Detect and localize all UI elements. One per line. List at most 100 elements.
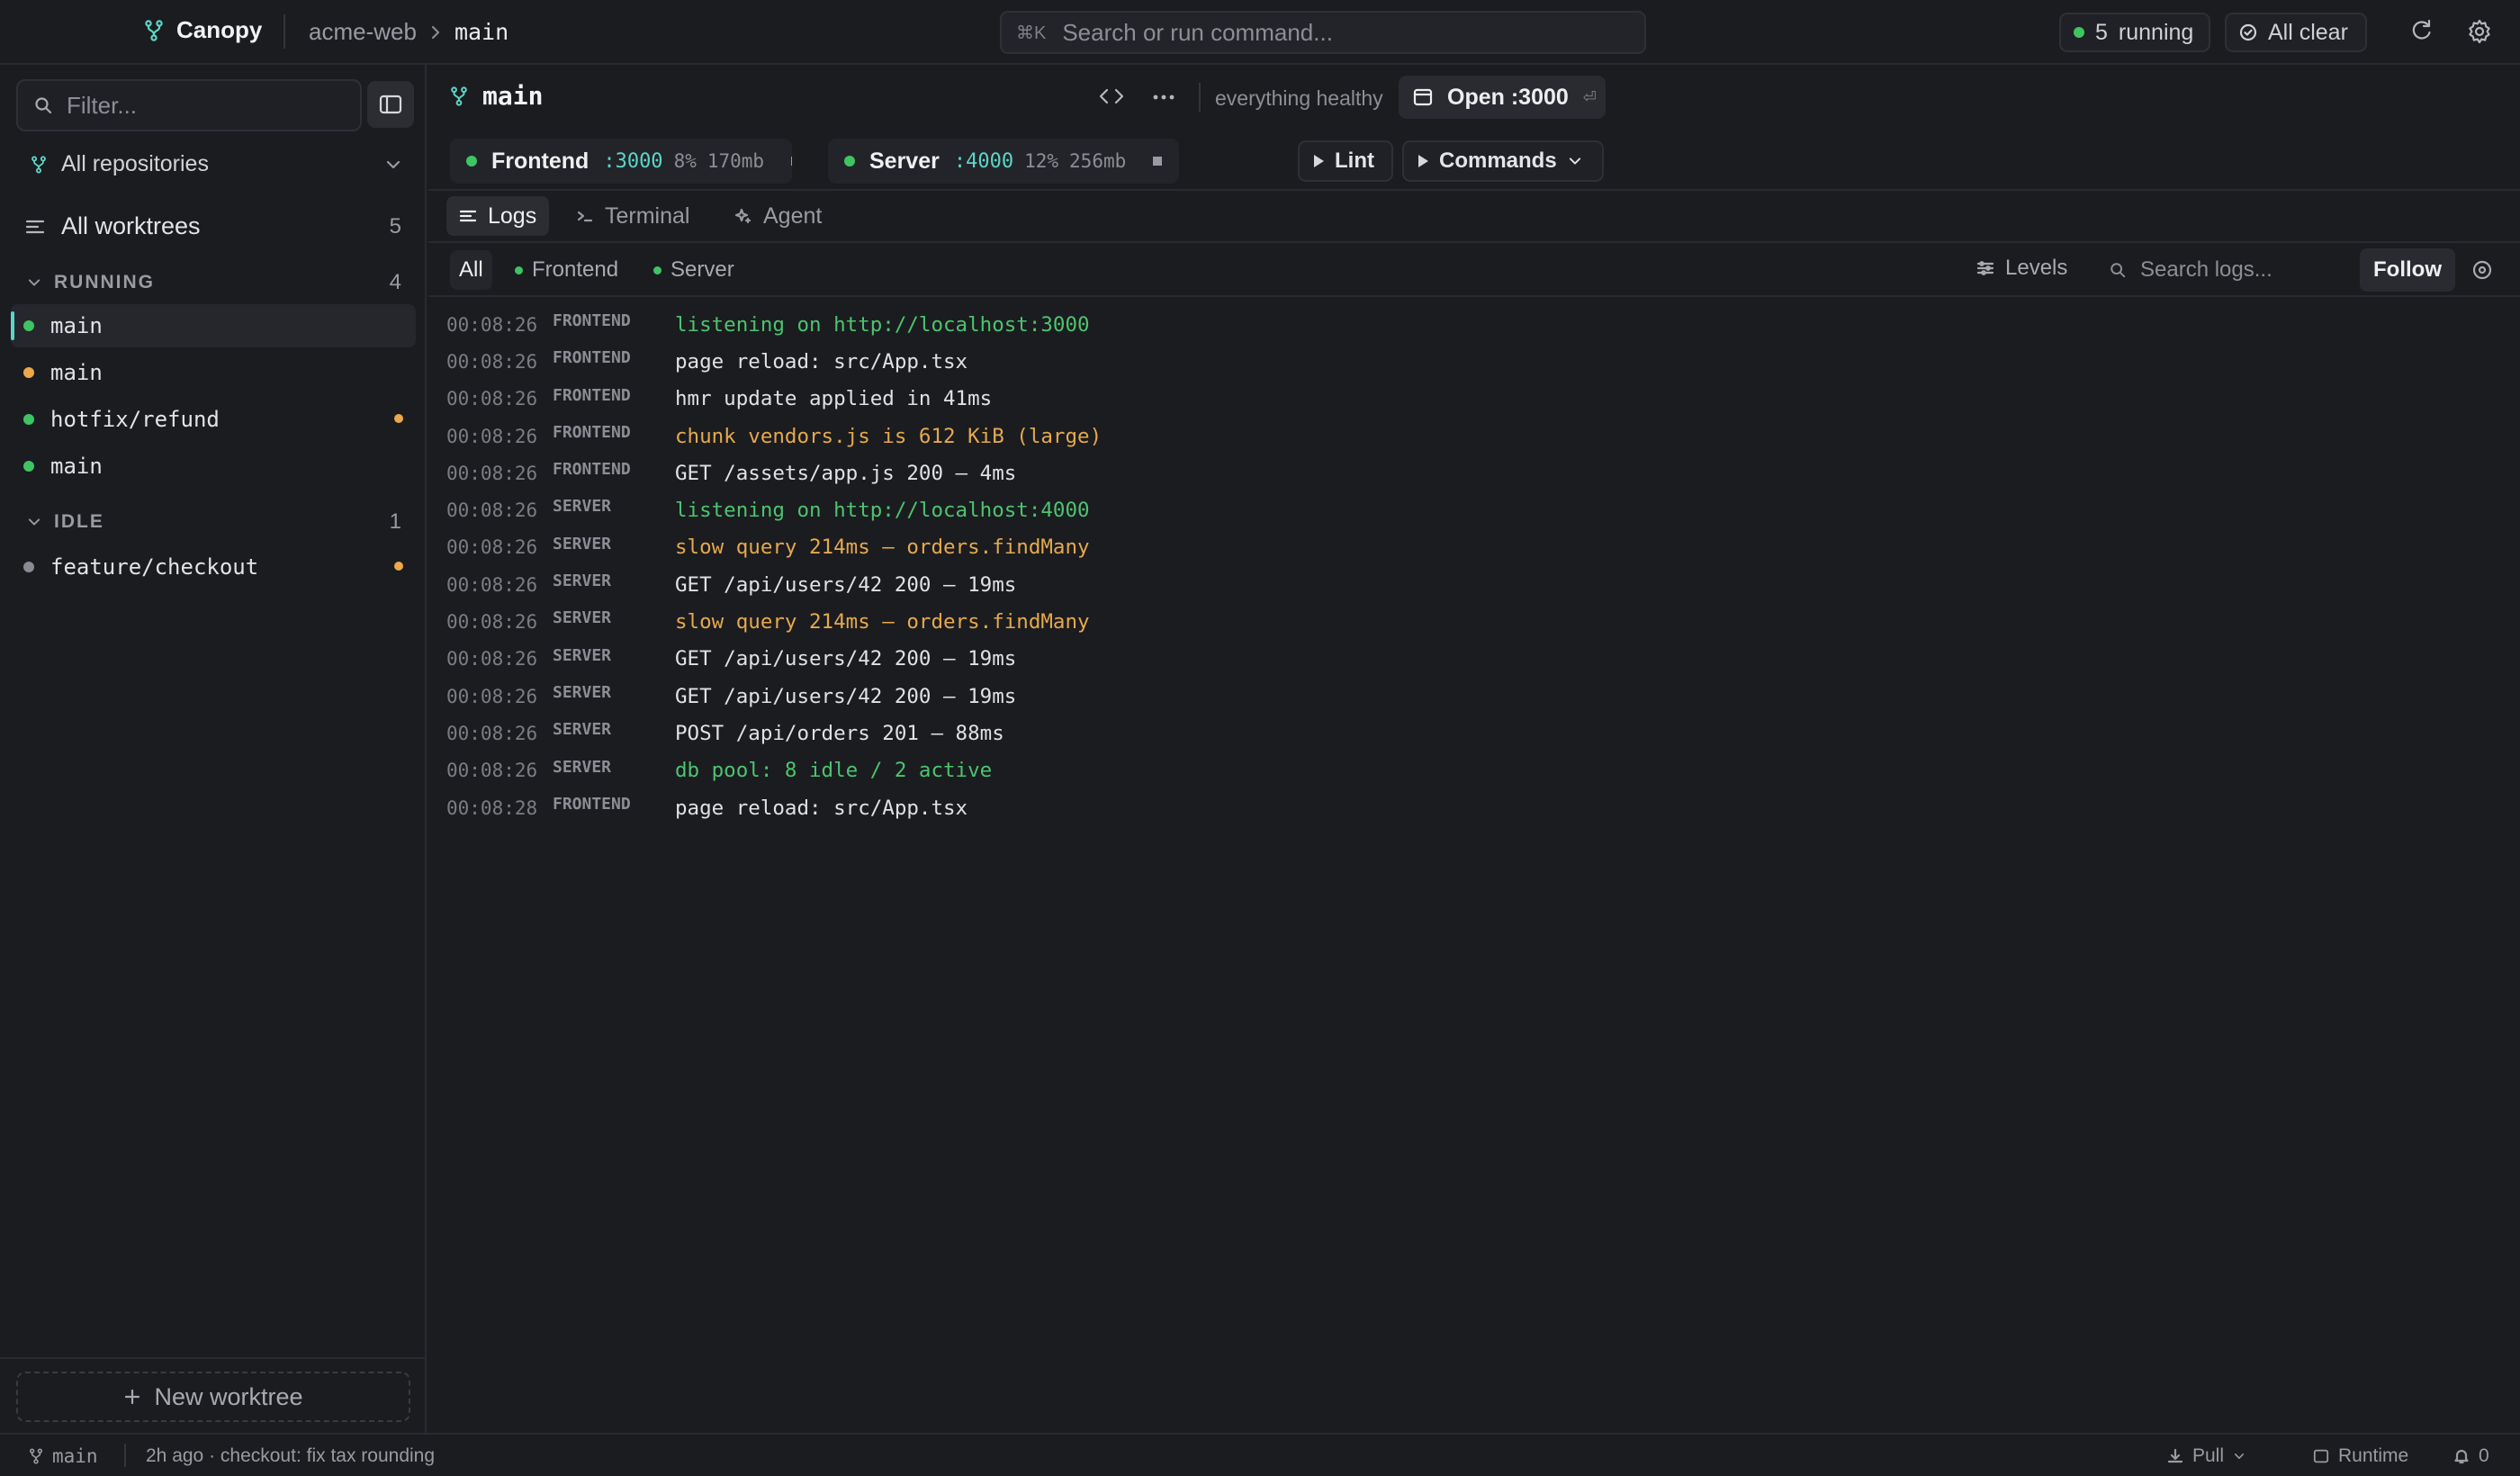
open-preview-button[interactable]: Open :3000 ⏎ — [1399, 76, 1606, 119]
commands-button[interactable]: Commands — [1402, 140, 1604, 182]
worktree-label: feature/checkout — [50, 554, 259, 580]
follow-toggle[interactable]: Follow — [2360, 248, 2455, 292]
log-timestamp: 00:08:26 — [446, 462, 538, 484]
log-row: 00:08:26 SERVER slow query 214ms — orders.… — [446, 603, 2498, 640]
status-dot-icon — [23, 414, 34, 425]
stop-icon[interactable] — [791, 157, 792, 166]
status-dot-icon — [2074, 27, 2084, 38]
notifications-button[interactable]: 0 — [2453, 1445, 2489, 1467]
log-row: 00:08:28 FRONTEND page reload: src/App.tsx — [446, 789, 2498, 826]
all-worktrees-item[interactable]: All worktrees 5 — [25, 212, 401, 240]
log-source: FRONTEND — [553, 385, 631, 405]
log-timestamp: 00:08:26 — [446, 388, 538, 410]
code-icon[interactable] — [1098, 85, 1125, 108]
divider — [124, 1444, 126, 1467]
page-title-text: main — [482, 81, 544, 111]
filter-input[interactable]: Filter... — [16, 79, 362, 131]
pull-button[interactable]: Pull — [2167, 1445, 2246, 1467]
log-row: 00:08:26 SERVER GET /api/users/42 200 — 19… — [446, 566, 2498, 603]
lint-button[interactable]: Lint — [1298, 140, 1393, 182]
filter-frontend[interactable]: Frontend — [506, 250, 627, 290]
filter-all[interactable]: All — [450, 250, 492, 290]
group-title: RUNNING — [54, 272, 155, 292]
log-message: page reload: src/App.tsx — [675, 796, 968, 820]
runtime-button[interactable]: Runtime — [2313, 1445, 2408, 1467]
worktree-item[interactable]: main — [11, 351, 416, 394]
health-status: everything healthy — [1215, 86, 1383, 110]
lint-label: Lint — [1335, 148, 1374, 173]
log-row: 00:08:26 SERVER POST /api/orders 201 — 88m… — [446, 715, 2498, 752]
stop-icon[interactable] — [1153, 157, 1163, 166]
group-header-running[interactable]: RUNNING 4 — [27, 270, 401, 295]
status-branch[interactable]: main — [29, 1445, 98, 1467]
process-port[interactable]: :3000 — [603, 150, 662, 173]
process-memory: 256mb — [1069, 150, 1127, 172]
log-row: 00:08:26 SERVER slow query 214ms — orders.… — [446, 529, 2498, 566]
process-chip-server[interactable]: Server :4000 12% 256mb — [828, 139, 1179, 184]
log-timestamp: 00:08:26 — [446, 685, 538, 707]
worktree-item[interactable]: feature/checkout — [11, 545, 416, 589]
breadcrumb-branch[interactable]: main — [454, 19, 508, 45]
log-timestamp: 00:08:26 — [446, 350, 538, 373]
gear-icon[interactable] — [2466, 18, 2493, 45]
clear-logs-icon[interactable] — [2471, 259, 2493, 281]
filter-label: Server — [670, 257, 734, 282]
window-icon — [1413, 88, 1433, 106]
worktree-item[interactable]: hotfix/refund — [11, 398, 416, 441]
worktree-item[interactable]: main — [11, 304, 416, 347]
log-source: FRONTEND — [553, 794, 631, 814]
process-port[interactable]: :4000 — [954, 150, 1013, 173]
levels-button[interactable]: Levels — [1976, 256, 2067, 281]
running-status-button[interactable]: 5 running — [2059, 13, 2210, 52]
tab-agent[interactable]: Agent — [722, 196, 834, 236]
new-worktree-button[interactable]: New worktree — [16, 1372, 410, 1422]
group-count: 1 — [389, 509, 401, 534]
brand[interactable]: Canopy — [144, 16, 262, 44]
main-panel: main everything healthy Open :3000 ⏎ Fro… — [428, 65, 2520, 1433]
chevron-down-icon — [27, 517, 41, 527]
log-timestamp: 00:08:26 — [446, 611, 538, 634]
log-message: slow query 214ms — orders.findMany — [675, 536, 1090, 560]
all-clear-button[interactable]: All clear — [2225, 13, 2367, 52]
tab-label: Terminal — [605, 202, 690, 229]
terminal-icon — [576, 208, 594, 224]
changes-indicator-icon — [394, 414, 403, 423]
command-placeholder: Search or run command... — [1062, 18, 1333, 46]
levels-label: Levels — [2005, 256, 2068, 280]
log-source: FRONTEND — [553, 460, 631, 480]
sidebar-toggle-button[interactable] — [367, 81, 414, 128]
log-source: SERVER — [553, 757, 612, 777]
group-header-idle[interactable]: IDLE 1 — [27, 509, 401, 535]
breadcrumb-repo[interactable]: acme-web — [309, 18, 417, 46]
repository-select[interactable]: All repositories — [31, 151, 401, 177]
search-logs-input[interactable]: Search logs... — [2097, 248, 2349, 292]
search-icon — [2110, 262, 2126, 278]
process-chip-frontend[interactable]: Frontend :3000 8% 170mb — [450, 139, 792, 184]
worktree-item[interactable]: main — [11, 445, 416, 488]
command-search-input[interactable]: ⌘K Search or run command... — [1000, 11, 1646, 54]
process-cpu: 12% — [1024, 150, 1059, 172]
more-icon[interactable] — [1152, 94, 1175, 101]
all-worktrees-count: 5 — [389, 213, 401, 238]
filter-server[interactable]: Server — [644, 250, 743, 290]
divider — [1199, 83, 1201, 112]
log-timestamp: 00:08:28 — [446, 796, 538, 819]
shortcut-hint: ⌘K — [1016, 22, 1047, 43]
worktree-label: main — [50, 454, 103, 479]
window-icon — [2313, 1449, 2329, 1463]
tab-logs[interactable]: Logs — [446, 196, 550, 236]
running-count: 5 — [2095, 19, 2108, 45]
process-cpu: 8% — [673, 150, 697, 172]
worktree-label: main — [50, 360, 103, 385]
log-row: 00:08:26 FRONTEND GET /assets/app.js 200 —… — [446, 454, 2498, 491]
log-row: 00:08:26 SERVER listening on http://localh… — [446, 491, 2498, 528]
changes-indicator-icon — [394, 562, 403, 571]
last-commit-text: 2h ago · checkout: fix tax rounding — [146, 1445, 436, 1466]
refresh-icon[interactable] — [2408, 18, 2434, 43]
tab-terminal[interactable]: Terminal — [563, 196, 702, 236]
log-message: listening on http://localhost:3000 — [675, 312, 1090, 337]
log-source: SERVER — [553, 497, 612, 517]
status-dot-icon — [466, 156, 477, 166]
branch-logo-icon — [144, 19, 164, 41]
lines-icon — [459, 209, 477, 223]
